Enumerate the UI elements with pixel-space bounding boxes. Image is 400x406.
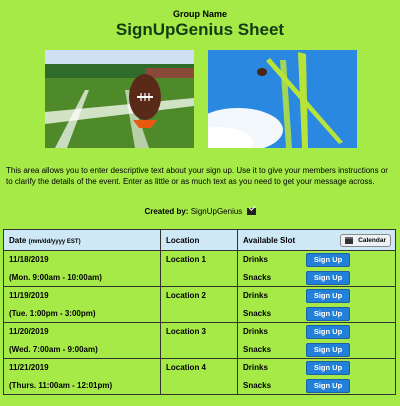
calendar-button[interactable]: Calendar — [340, 234, 391, 247]
envelope-icon[interactable] — [246, 208, 256, 216]
slot-date: 11/18/2019 — [3, 250, 161, 269]
group-name: Group Name — [172, 9, 227, 19]
page-title: SignUpGenius Sheet — [115, 20, 285, 39]
sign-up-description: This area allows you to enter descriptiv… — [6, 166, 388, 186]
slot-time: (Mon. 9:00am - 10:00am) — [3, 268, 161, 287]
date-column-header: Date (mm/dd/yyyy EST) — [3, 229, 161, 251]
slot-column-header: Available Slot Calendar — [237, 229, 396, 251]
sign-up-button[interactable]: Sign Up — [306, 325, 350, 339]
slot-time: (Thurs. 11:00am - 12:01pm) — [3, 376, 161, 395]
date-format-label: (mm/dd/yyyy EST) — [28, 238, 81, 245]
slot-item-name: Drinks — [243, 327, 268, 337]
slot-item-name: Snacks — [243, 308, 272, 318]
slot-time: (Tue. 1:00pm - 3:00pm) — [3, 304, 161, 323]
slot-item-name: Drinks — [243, 291, 268, 301]
slot-item: Drinks Sign Up — [237, 250, 396, 269]
slot-header-label: Available Slot — [243, 235, 296, 245]
field-goal-image — [208, 50, 357, 148]
table-row: (Thurs. 11:00am - 12:01pm) Snacks Sign U… — [3, 376, 396, 395]
sign-up-button[interactable]: Sign Up — [306, 270, 350, 285]
slot-location: Location 4 — [160, 358, 238, 377]
slot-item-name: Snacks — [243, 272, 272, 282]
sign-up-button[interactable]: Sign Up — [306, 253, 350, 267]
created-by-label: Created by: — [144, 207, 189, 216]
slot-item: Snacks Sign Up — [237, 268, 396, 287]
slot-item: Drinks Sign Up — [237, 286, 396, 305]
table-row: 11/18/2019 Location 1 Drinks Sign Up — [3, 250, 396, 269]
football-kickoff-image — [45, 50, 194, 148]
slot-item: Snacks Sign Up — [237, 340, 396, 359]
slot-location: Location 2 — [160, 286, 238, 305]
slot-time: (Wed. 7:00am - 9:00am) — [3, 340, 161, 359]
slot-item-name: Drinks — [243, 363, 268, 373]
sign-up-button[interactable]: Sign Up — [306, 289, 350, 303]
slot-item: Snacks Sign Up — [237, 304, 396, 323]
location-column-header: Location — [160, 229, 238, 251]
creator-name[interactable]: SignUpGenius — [191, 207, 243, 216]
date-header-label: Date — [9, 235, 27, 245]
slot-date: 11/20/2019 — [3, 322, 161, 341]
calendar-icon — [345, 237, 353, 244]
slot-date: 11/19/2019 — [3, 286, 161, 305]
sign-up-button[interactable]: Sign Up — [306, 378, 350, 393]
slot-item-name: Snacks — [243, 344, 272, 354]
slot-location: Location 3 — [160, 322, 238, 341]
table-row: (Mon. 9:00am - 10:00am) Snacks Sign Up — [3, 268, 396, 287]
slot-item-name: Drinks — [243, 255, 268, 265]
sign-up-button[interactable]: Sign Up — [306, 306, 350, 321]
slot-item-name: Snacks — [243, 380, 272, 390]
signup-table: Date (mm/dd/yyyy EST) Location Available… — [3, 229, 396, 395]
table-row: 11/21/2019 Location 4 Drinks Sign Up — [3, 358, 396, 377]
slot-item: Snacks Sign Up — [237, 376, 396, 395]
slot-item: Drinks Sign Up — [237, 322, 396, 341]
sign-up-button[interactable]: Sign Up — [306, 342, 350, 357]
slot-date: 11/21/2019 — [3, 358, 161, 377]
slot-location: Location 1 — [160, 250, 238, 269]
table-row: 11/20/2019 Location 3 Drinks Sign Up — [3, 322, 396, 341]
calendar-button-label: Calendar — [358, 237, 386, 244]
table-row: (Tue. 1:00pm - 3:00pm) Snacks Sign Up — [3, 304, 396, 323]
table-header-row: Date (mm/dd/yyyy EST) Location Available… — [3, 229, 396, 251]
table-row: (Wed. 7:00am - 9:00am) Snacks Sign Up — [3, 340, 396, 359]
slot-item: Drinks Sign Up — [237, 358, 396, 377]
created-by: Created by: SignUpGenius — [0, 207, 400, 216]
table-row: 11/19/2019 Location 2 Drinks Sign Up — [3, 286, 396, 305]
sign-up-button[interactable]: Sign Up — [306, 361, 350, 375]
